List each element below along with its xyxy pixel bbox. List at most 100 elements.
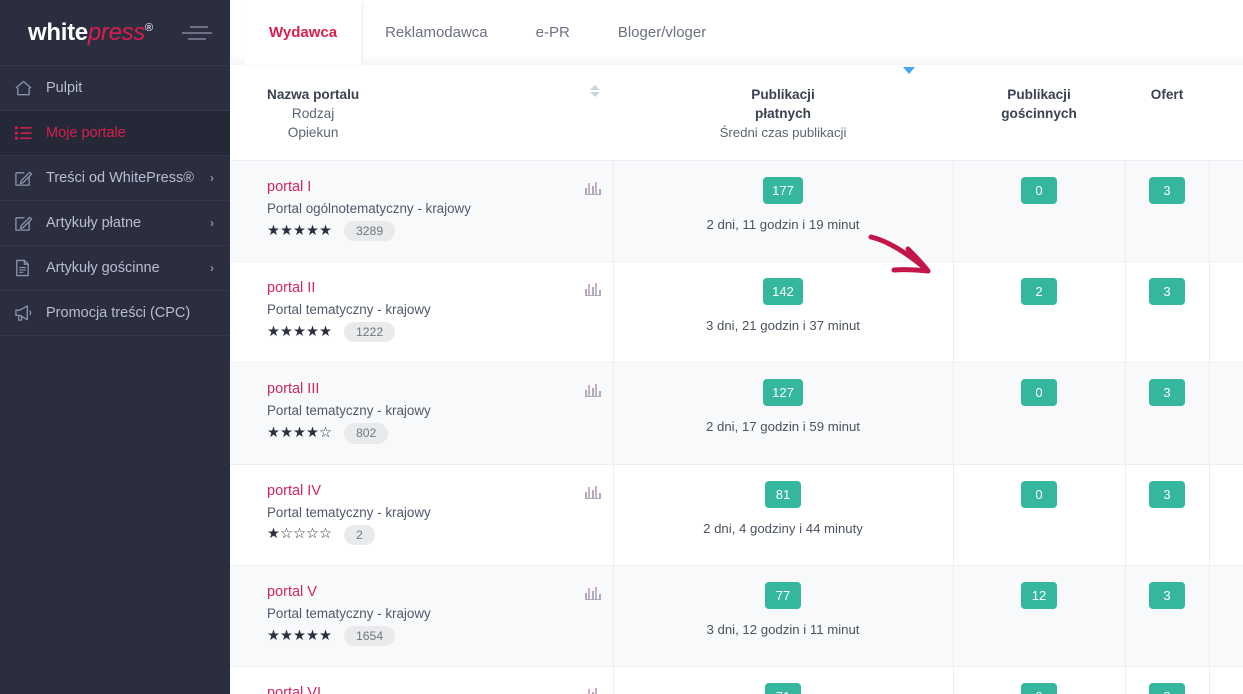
statistics-chart-icon[interactable]	[585, 688, 601, 694]
app-root: whitepress® Pulpit Moje portale Treści o…	[0, 0, 1243, 694]
list-icon	[14, 125, 40, 141]
table-head: Nazwa portalu Rodzaj Opiekun Publikacji …	[230, 65, 1243, 161]
portal-type-label: Portal tematyczny - krajowy	[267, 605, 431, 621]
offers-badge[interactable]: 3	[1149, 278, 1185, 306]
tab-wydawca[interactable]: Wydawca	[245, 0, 362, 65]
sort-toggle-name-icon[interactable]	[589, 85, 601, 97]
average-publication-time: 3 dni, 12 godzin i 11 minut	[706, 621, 860, 637]
guest-publications-badge[interactable]: 12	[1021, 581, 1057, 609]
paid-publications-badge[interactable]: 81	[765, 480, 801, 508]
sidebar-item-pulpit[interactable]: Pulpit	[0, 66, 230, 111]
star-rating-icon: ★☆☆☆☆	[267, 526, 332, 543]
star-rating-icon: ★★★★☆	[267, 425, 332, 442]
portal-type-label: Portal ogólnotematyczny - krajowy	[267, 201, 471, 216]
cell-guest-publications: 0	[953, 362, 1126, 465]
portal-name-link[interactable]: portal II	[267, 280, 315, 296]
offers-badge[interactable]: 3	[1149, 177, 1185, 204]
statistics-chart-icon[interactable]	[584, 283, 601, 297]
cell-guest-publications: 12	[953, 565, 1126, 668]
chevron-right-icon: ›	[210, 216, 214, 230]
portal-rating: ★★★★★ 1654	[267, 625, 601, 647]
portal-rating: ★★★★☆ 802	[267, 423, 601, 444]
offers-badge[interactable]: 3	[1149, 683, 1185, 694]
guest-publications-badge[interactable]: 2	[1021, 278, 1057, 306]
portal-name-link[interactable]: portal III	[267, 381, 319, 397]
sidebar-item-moje-portale[interactable]: Moje portale	[0, 111, 230, 156]
paid-publications-badge[interactable]: 177	[763, 177, 803, 204]
rating-count-badge: 1654	[344, 625, 396, 647]
portal-type-label: Portal tematyczny - krajowy	[267, 403, 431, 419]
sidebar-header: whitepress®	[0, 0, 230, 65]
portal-type-label: Portal tematyczny - krajowy	[267, 504, 431, 520]
table-body: portal I Portal ogólnotematyczny - krajow…	[230, 160, 1243, 694]
statistics-chart-icon[interactable]	[584, 586, 601, 600]
portal-name-link[interactable]: portal I	[267, 179, 311, 195]
tab-bar: Wydawca Reklamodawca e-PR Bloger/vloger	[230, 0, 1243, 65]
guest-publications-badge[interactable]: 0	[1021, 177, 1057, 204]
offers-badge[interactable]: 3	[1149, 581, 1185, 609]
col-header-paid-publications[interactable]: Publikacji płatnych Średni czas publikac…	[613, 65, 953, 161]
table-header-row: Nazwa portalu Rodzaj Opiekun Publikacji …	[230, 65, 1243, 161]
rating-count-badge: 802	[344, 423, 389, 444]
tab-reklamodawca[interactable]: Reklamodawca	[361, 0, 512, 65]
col-header-guest-publications[interactable]: Publikacji gościnnych	[953, 65, 1140, 161]
portal-name-link[interactable]: portal IV	[267, 483, 321, 499]
sidebar-item-artykuly-goscinne[interactable]: Artykuły gościnne ›	[0, 246, 230, 291]
offers-badge[interactable]: 3	[1149, 379, 1185, 407]
average-publication-time: 2 dni, 17 godzin i 59 minut	[706, 419, 860, 435]
col-header-paid-avgtime: Średni czas publikacji	[719, 125, 847, 140]
col-header-name[interactable]: Nazwa portalu Rodzaj Opiekun	[230, 65, 613, 161]
sidebar-item-promocja-tresci-cpc[interactable]: Promocja treści (CPC)	[0, 291, 230, 336]
cell-paid-publications: 77 3 dni, 12 godzin i 11 minut	[613, 565, 954, 668]
cell-paid-publications: 177 2 dni, 11 godzin i 19 minut	[613, 160, 954, 263]
portal-name-link[interactable]: portal V	[267, 584, 317, 600]
tab-e-pr[interactable]: e-PR	[512, 0, 594, 65]
cell-spacer	[1209, 261, 1243, 364]
statistics-chart-icon[interactable]	[584, 485, 601, 499]
portal-type-label: Portal tematyczny - krajowy	[267, 302, 431, 318]
col-header-name-line1: Nazwa portalu	[267, 87, 360, 102]
sidebar-item-artykuly-platne[interactable]: Artykuły płatne ›	[0, 201, 230, 246]
col-header-name-line2: Rodzaj	[291, 106, 335, 121]
edit-icon	[14, 169, 40, 187]
paid-publications-badge[interactable]: 142	[763, 278, 803, 306]
cell-spacer	[1209, 565, 1243, 668]
cell-paid-publications: 127 2 dni, 17 godzin i 59 minut	[613, 362, 954, 465]
table-row: portal II Portal tematyczny - krajowy ★★★★…	[230, 261, 1243, 364]
whitepress-logo[interactable]: whitepress®	[28, 20, 153, 45]
cell-guest-publications: 0	[953, 160, 1126, 263]
hamburger-menu-icon[interactable]	[182, 22, 212, 44]
paid-publications-badge[interactable]: 71	[765, 683, 801, 694]
cell-portal-name: portal V Portal tematyczny - krajowy ★★★★★…	[230, 565, 614, 668]
tab-bloger-vloger[interactable]: Bloger/vloger	[594, 0, 730, 65]
table-row: portal III Portal tematyczny - krajowy ★★★…	[230, 362, 1243, 465]
sort-toggle-paid-icon[interactable]	[903, 67, 915, 74]
table-row: portal IV Portal tematyczny - krajowy ★☆☆☆…	[230, 464, 1243, 566]
col-header-offers[interactable]: Ofert	[1125, 65, 1209, 161]
portal-name-link[interactable]: portal VI	[267, 685, 321, 694]
cell-portal-name: portal IV Portal tematyczny - krajowy ★☆☆☆…	[230, 464, 614, 566]
guest-publications-badge[interactable]: 0	[1021, 379, 1057, 407]
sidebar-item-label: Moje portale	[46, 125, 126, 141]
sidebar-item-label: Treści od WhitePress®	[46, 170, 194, 186]
statistics-chart-icon[interactable]	[584, 384, 601, 398]
sidebar-nav: Pulpit Moje portale Treści od WhitePress…	[0, 65, 230, 336]
cell-guest-publications: 0	[953, 666, 1126, 694]
col-header-offers-label: Ofert	[1150, 87, 1184, 102]
sidebar-item-tresci-od-whitepress[interactable]: Treści od WhitePress® ›	[0, 156, 230, 201]
offers-badge[interactable]: 3	[1149, 480, 1185, 508]
sidebar: whitepress® Pulpit Moje portale Treści o…	[0, 0, 230, 694]
paid-publications-badge[interactable]: 77	[765, 581, 801, 609]
col-header-paid-line1: Publikacji	[751, 87, 815, 102]
rating-count-badge: 1222	[344, 322, 396, 343]
statistics-chart-icon[interactable]	[584, 182, 601, 195]
paid-publications-badge[interactable]: 127	[763, 379, 803, 407]
guest-publications-badge[interactable]: 0	[1021, 683, 1057, 694]
cell-guest-publications: 0	[953, 464, 1126, 566]
average-publication-time: 3 dni, 21 godzin i 37 minut	[706, 318, 860, 334]
sidebar-item-label: Artykuły płatne	[46, 215, 142, 231]
cell-paid-publications: 712 dni, 17 godzin i 43 minuty	[613, 666, 954, 694]
cell-spacer	[1209, 666, 1243, 694]
guest-publications-badge[interactable]: 0	[1021, 480, 1057, 508]
cell-offers: 3	[1125, 565, 1210, 668]
